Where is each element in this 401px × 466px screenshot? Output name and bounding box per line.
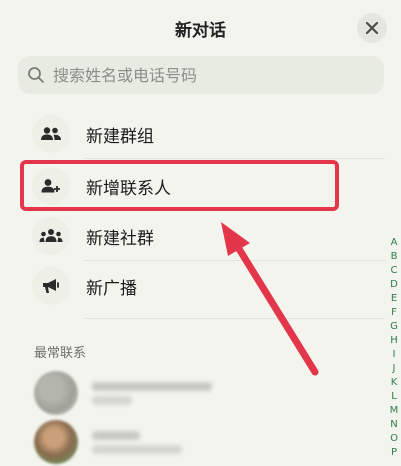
alphabet-index-letter[interactable]: D (388, 278, 400, 292)
contact-status-blurred (92, 444, 182, 454)
frequent-contacts-heading: 最常联系 (34, 346, 87, 361)
divider (84, 260, 385, 261)
new-group-item[interactable]: 新建群组 (20, 111, 370, 157)
alphabet-index[interactable]: ABCDEFGHIJKLMNOP (388, 236, 400, 460)
megaphone-icon (32, 267, 70, 305)
contact-row[interactable] (22, 369, 362, 417)
alphabet-index-letter[interactable]: I (388, 348, 400, 362)
page-title: 新对话 (175, 21, 226, 41)
alphabet-index-letter[interactable]: N (388, 418, 400, 432)
group-icon (32, 115, 70, 153)
alphabet-index-letter[interactable]: J (388, 362, 400, 376)
close-button[interactable] (357, 13, 387, 43)
contact-status-blurred (92, 395, 132, 405)
search-input[interactable] (51, 64, 375, 86)
alphabet-index-letter[interactable]: G (388, 320, 400, 334)
new-community-item[interactable]: 新建社群 (20, 213, 370, 259)
alphabet-index-letter[interactable]: K (388, 376, 400, 390)
alphabet-index-letter[interactable]: O (388, 432, 400, 446)
avatar (34, 371, 78, 415)
divider (84, 318, 385, 319)
alphabet-index-letter[interactable]: M (388, 404, 400, 418)
contact-name-blurred (92, 430, 140, 440)
alphabet-index-letter[interactable]: C (388, 264, 400, 278)
new-broadcast-label: 新广播 (86, 278, 137, 299)
divider (84, 158, 385, 159)
avatar (34, 420, 78, 464)
close-icon (365, 21, 379, 35)
search-icon (27, 66, 45, 84)
alphabet-index-letter[interactable]: B (388, 250, 400, 264)
new-group-label: 新建群组 (86, 126, 154, 147)
contact-name-blurred (92, 381, 212, 391)
new-broadcast-item[interactable]: 新广播 (20, 263, 370, 309)
alphabet-index-letter[interactable]: H (388, 334, 400, 348)
alphabet-index-letter[interactable]: P (388, 446, 400, 460)
new-community-label: 新建社群 (86, 228, 154, 249)
alphabet-index-letter[interactable]: E (388, 292, 400, 306)
community-icon (32, 217, 70, 255)
search-bar[interactable] (18, 56, 384, 94)
alphabet-index-letter[interactable]: L (388, 390, 400, 404)
alphabet-index-letter[interactable]: F (388, 306, 400, 320)
annotation-highlight-box (20, 160, 339, 211)
alphabet-index-letter[interactable]: A (388, 236, 400, 250)
